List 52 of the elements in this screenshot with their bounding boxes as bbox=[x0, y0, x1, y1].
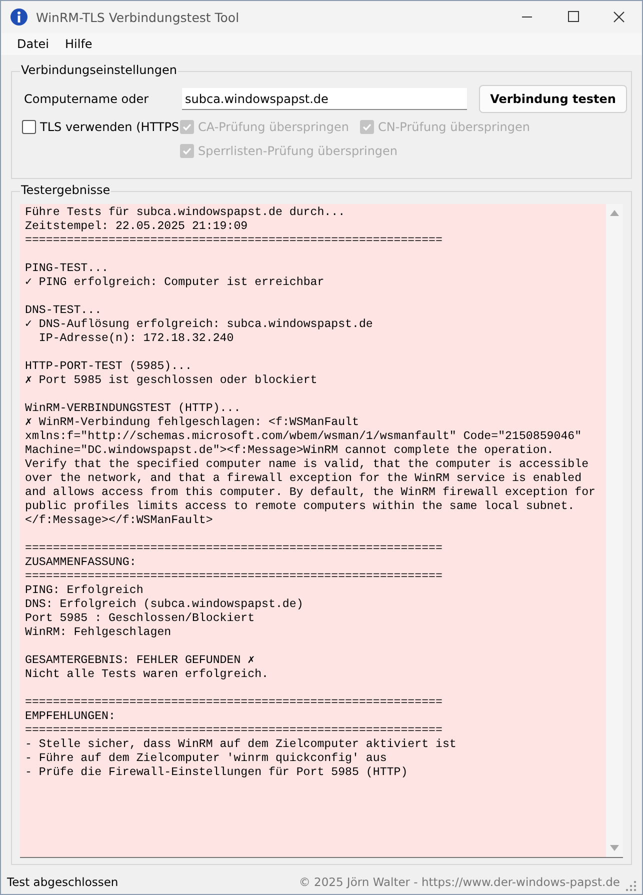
log-line: DNS: Erfolgreich (subca.windowspapst.de) bbox=[25, 598, 304, 612]
log-line: - Stelle sicher, dass WinRM auf dem Zielcomputer aktiviert ist bbox=[25, 738, 458, 752]
scroll-up-icon[interactable] bbox=[610, 210, 619, 216]
log-line: ✗ Port 5985 ist geschlossen oder blockiert bbox=[25, 374, 318, 388]
copyright-text: © 2025 Jörn Walter - https://www.der-windows-papst.de bbox=[298, 875, 620, 889]
log-line: PING-TEST... bbox=[25, 262, 110, 276]
log-line: Nicht alle Tests waren erfolgreich. bbox=[25, 668, 270, 682]
field-label: Computername oder bbox=[24, 92, 150, 106]
group-title: Verbindungseinstellungen bbox=[20, 63, 178, 77]
log-line: Führe Tests für subca.windowspapst.de durch... bbox=[25, 206, 346, 220]
log-line: WinRM: Fehlgeschlagen bbox=[25, 626, 172, 640]
log-line: PING: Erfolgreich bbox=[25, 584, 144, 598]
log-line: over the network, and that a firewall exception for the WinRM service is enabled bbox=[25, 472, 583, 486]
log-line: ============================================================ bbox=[25, 542, 444, 556]
log-line: Verify that the specified computer name is valid, that the computer is accessible bbox=[25, 458, 590, 472]
log-line: public profiles limits access to remote computers within the same local subnet. bbox=[25, 500, 576, 514]
log-line: - Führe auf dem Zielcomputer 'winrm quickconfig' aus bbox=[25, 752, 388, 766]
log-line: and allows access from this computer. By default, the WinRM firewall exception for bbox=[25, 486, 597, 500]
menu-item[interactable]: Datei bbox=[9, 37, 58, 51]
log-line: ✗ WinRM-Verbindung fehlgeschlagen: <f:WSManFault bbox=[25, 416, 360, 430]
log-line: EMPFEHLUNGEN: bbox=[25, 710, 116, 724]
computer-name-field[interactable]: subca.windowspapst.de bbox=[182, 88, 467, 110]
window-title: WinRM-TLS Verbindungstest Tool bbox=[36, 10, 240, 24]
log-line: Port 5985 : Geschlossen/Blockiert bbox=[25, 612, 256, 626]
checkbox-option[interactable]: TLS verwenden (HTTPS bbox=[22, 115, 180, 139]
log-line: Zeitstempel: 22.05.2025 21:19:09 bbox=[25, 220, 249, 234]
log-line: DNS-TEST... bbox=[25, 304, 103, 318]
scroll-down-icon[interactable] bbox=[610, 845, 619, 851]
log-line: ✓ DNS-Auflösung erfolgreich: subca.windowspapst.de bbox=[25, 318, 374, 332]
log-line: ============================================================ bbox=[25, 724, 444, 738]
check-icon bbox=[182, 146, 192, 156]
test-connection-button[interactable]: Verbindung testen bbox=[479, 85, 627, 113]
check-icon bbox=[182, 122, 192, 132]
log-line: ============================================================ bbox=[25, 234, 444, 248]
size-grip-icon[interactable] bbox=[626, 881, 636, 891]
info-icon bbox=[10, 8, 28, 26]
log-line: IP-Adresse(n): 172.18.32.240 bbox=[38, 332, 235, 346]
log-line: GESAMTERGEBNIS: FEHLER GEFUNDEN ✗ bbox=[25, 654, 256, 668]
status-message: Test abgeschlossen bbox=[7, 875, 120, 889]
log-line: - Prüfe die Firewall-Einstellungen für Port 5985 (HTTP) bbox=[25, 766, 409, 780]
log-line: ============================================================ bbox=[25, 570, 444, 584]
log-line: ✓ PING erfolgreich: Computer ist erreichbar bbox=[25, 276, 326, 290]
log-line: WinRM-VERBINDUNGSTEST (HTTP)... bbox=[25, 402, 242, 416]
log-line: HTTP-PORT-TEST (5985)... bbox=[25, 360, 193, 374]
log-line: Machine="DC.windowspapst.de"><f:Message>WinRM cannot complete the operation. bbox=[25, 444, 555, 458]
menu-item[interactable]: Hilfe bbox=[57, 37, 100, 51]
group-title: Testergebnisse bbox=[20, 183, 112, 197]
log-line: ZUSAMMENFASSUNG: bbox=[25, 556, 138, 570]
log-line: xmlns:f="http://schemas.microsoft.com/wbem/wsman/1/wsmanfault" Code="2150859046" bbox=[25, 430, 583, 444]
check-icon bbox=[362, 122, 372, 132]
log-line: </f:Message></f:WSManFault> bbox=[25, 514, 214, 528]
log-line: ============================================================ bbox=[25, 696, 444, 710]
